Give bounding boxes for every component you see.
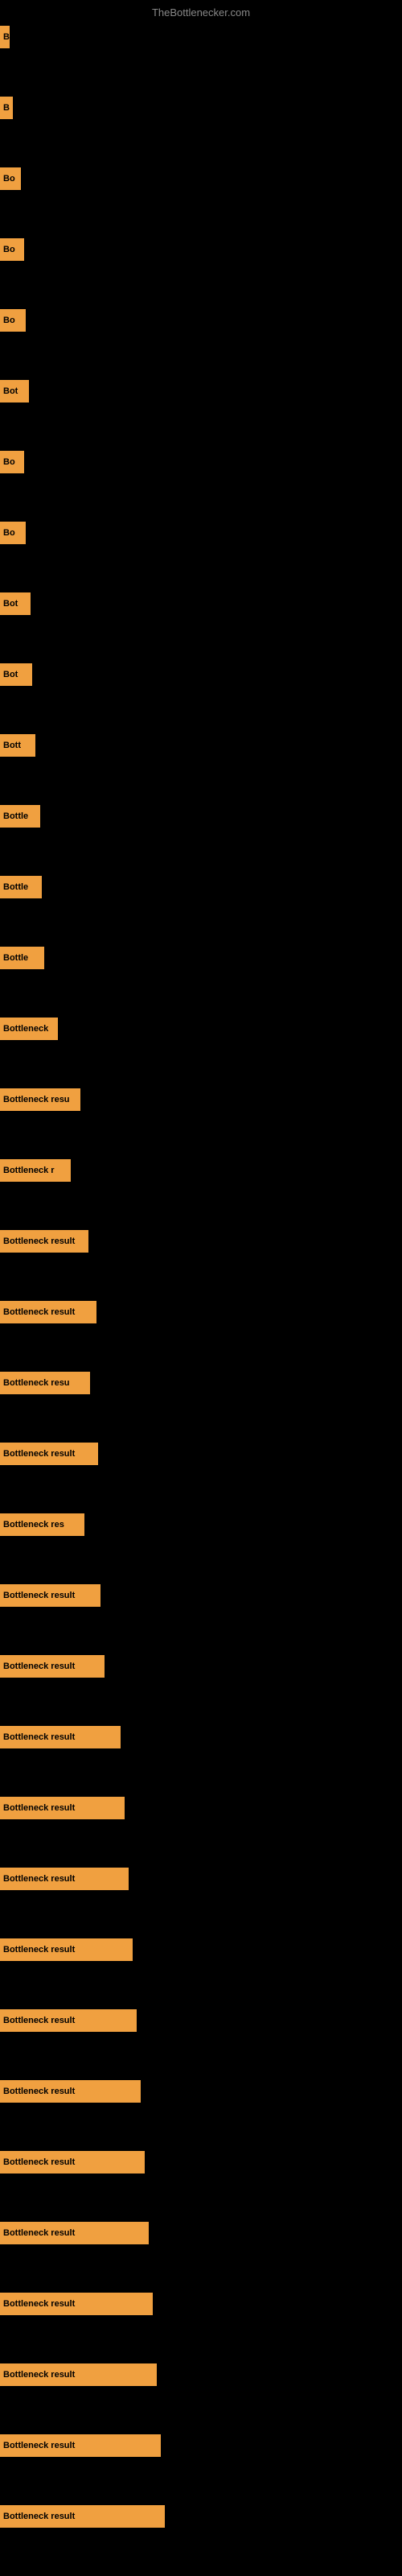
bar-item-17: Bottleneck result	[0, 1230, 88, 1253]
bar-label-2: Bo	[3, 174, 15, 184]
bar-item-28: Bottleneck result	[0, 2009, 137, 2032]
bar-label-13: Bottle	[3, 953, 28, 963]
bar-item-27: Bottleneck result	[0, 1938, 133, 1961]
bar-item-2: Bo	[0, 167, 21, 190]
bar-item-5: Bot	[0, 380, 29, 402]
bar-label-24: Bottleneck result	[3, 1732, 75, 1742]
bar-label-6: Bo	[3, 457, 15, 467]
bar-item-21: Bottleneck res	[0, 1513, 84, 1536]
bar-item-32: Bottleneck result	[0, 2293, 153, 2315]
bar-item-0: B	[0, 26, 10, 48]
bar-label-17: Bottleneck result	[3, 1236, 75, 1246]
bar-label-9: Bot	[3, 670, 18, 679]
bar-item-23: Bottleneck result	[0, 1655, 105, 1678]
site-title: TheBottlenecker.com	[152, 6, 250, 19]
bar-item-11: Bottle	[0, 805, 40, 828]
bar-item-31: Bottleneck result	[0, 2222, 149, 2244]
bar-item-25: Bottleneck result	[0, 1797, 125, 1819]
bar-item-4: Bo	[0, 309, 26, 332]
bar-label-18: Bottleneck result	[3, 1307, 75, 1317]
bar-label-19: Bottleneck resu	[3, 1378, 70, 1388]
bar-label-16: Bottleneck r	[3, 1166, 55, 1175]
bar-label-30: Bottleneck result	[3, 2157, 75, 2167]
bar-item-29: Bottleneck result	[0, 2080, 141, 2103]
bar-label-35: Bottleneck result	[3, 2512, 75, 2521]
bar-label-28: Bottleneck result	[3, 2016, 75, 2025]
bar-item-7: Bo	[0, 522, 26, 544]
bar-item-9: Bot	[0, 663, 32, 686]
bar-item-13: Bottle	[0, 947, 44, 969]
bar-item-33: Bottleneck result	[0, 2363, 157, 2386]
bar-label-22: Bottleneck result	[3, 1591, 75, 1600]
bar-item-30: Bottleneck result	[0, 2151, 145, 2174]
bar-label-26: Bottleneck result	[3, 1874, 75, 1884]
bar-item-22: Bottleneck result	[0, 1584, 100, 1607]
bar-label-12: Bottle	[3, 882, 28, 892]
bar-label-33: Bottleneck result	[3, 2370, 75, 2380]
bar-item-20: Bottleneck result	[0, 1443, 98, 1465]
bar-label-32: Bottleneck result	[3, 2299, 75, 2309]
bar-item-12: Bottle	[0, 876, 42, 898]
bar-label-14: Bottleneck	[3, 1024, 48, 1034]
bar-item-19: Bottleneck resu	[0, 1372, 90, 1394]
bar-label-4: Bo	[3, 316, 15, 325]
bar-item-16: Bottleneck r	[0, 1159, 71, 1182]
bar-item-34: Bottleneck result	[0, 2434, 161, 2457]
bar-label-21: Bottleneck res	[3, 1520, 64, 1530]
bar-label-31: Bottleneck result	[3, 2228, 75, 2238]
bar-label-20: Bottleneck result	[3, 1449, 75, 1459]
bar-label-3: Bo	[3, 245, 15, 254]
bar-label-10: Bott	[3, 741, 21, 750]
bar-item-1: B	[0, 97, 13, 119]
bar-item-18: Bottleneck result	[0, 1301, 96, 1323]
bar-item-14: Bottleneck	[0, 1018, 58, 1040]
bar-label-27: Bottleneck result	[3, 1945, 75, 1955]
bar-item-26: Bottleneck result	[0, 1868, 129, 1890]
bar-item-3: Bo	[0, 238, 24, 261]
bar-label-1: B	[3, 103, 10, 113]
bar-item-10: Bott	[0, 734, 35, 757]
bar-label-8: Bot	[3, 599, 18, 609]
bar-item-35: Bottleneck result	[0, 2505, 165, 2528]
bar-label-29: Bottleneck result	[3, 2087, 75, 2096]
bar-item-24: Bottleneck result	[0, 1726, 121, 1748]
bar-label-23: Bottleneck result	[3, 1662, 75, 1671]
bar-label-5: Bot	[3, 386, 18, 396]
bar-item-6: Bo	[0, 451, 24, 473]
bar-item-15: Bottleneck resu	[0, 1088, 80, 1111]
bar-label-7: Bo	[3, 528, 15, 538]
bar-label-25: Bottleneck result	[3, 1803, 75, 1813]
bar-item-8: Bot	[0, 592, 31, 615]
bar-label-15: Bottleneck resu	[3, 1095, 70, 1104]
bar-label-11: Bottle	[3, 811, 28, 821]
bar-label-0: B	[3, 32, 10, 42]
bar-label-34: Bottleneck result	[3, 2441, 75, 2450]
